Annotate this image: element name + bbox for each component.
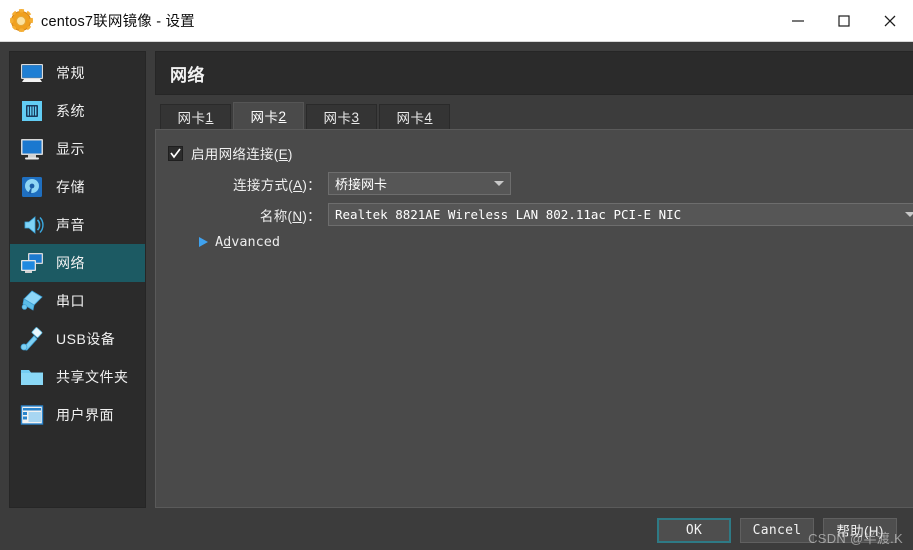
folder-shared-icon xyxy=(21,370,43,385)
help-button[interactable]: 帮助(H) xyxy=(823,517,897,543)
sidebar-item-label: 用户界面 xyxy=(56,407,114,423)
adapter-tabs: 网卡 1 网卡 2 网卡 3 网卡 4 xyxy=(155,102,913,129)
enable-adapter-row[interactable]: 启用网络连接(E) xyxy=(168,143,913,163)
virtualbox-icon xyxy=(9,9,33,32)
sidebar-item-label: 系统 xyxy=(56,103,85,119)
chip-system-icon xyxy=(22,101,42,121)
sidebar-item-system[interactable]: 系统 xyxy=(10,92,145,130)
sidebar-item-label: 串口 xyxy=(56,293,85,309)
sidebar-item-label: 共享文件夹 xyxy=(56,369,129,385)
sidebar-item-label: 网络 xyxy=(56,255,85,271)
page-header: 网络 xyxy=(155,51,913,95)
minimize-icon[interactable] xyxy=(775,0,821,41)
usb-icon xyxy=(20,327,43,351)
tab-accel: 1 xyxy=(205,109,214,125)
user-interface-icon xyxy=(20,405,44,425)
maximize-icon[interactable] xyxy=(821,0,867,41)
tab-accel: 4 xyxy=(424,109,433,125)
sidebar-item-label: 存储 xyxy=(56,179,85,195)
sidebar-item-audio[interactable]: 声音 xyxy=(10,206,145,244)
tab-label: 网卡 xyxy=(250,110,279,125)
adapter-name-label: 名称(N)： xyxy=(259,208,321,224)
sidebar-item-network[interactable]: 网络 xyxy=(10,244,145,282)
tab-adapter-4[interactable]: 网卡 4 xyxy=(379,104,450,129)
harddisk-storage-icon xyxy=(22,177,42,197)
attached-to-row: 连接方式(A)： 桥接网卡 xyxy=(168,172,913,195)
close-icon[interactable] xyxy=(867,0,913,41)
attached-to-label: 连接方式(A)： xyxy=(233,177,321,193)
sidebar-item-serial-ports[interactable]: 串口 xyxy=(10,282,145,320)
sidebar-item-shared-folders[interactable]: 共享文件夹 xyxy=(10,358,145,396)
window-controls xyxy=(775,0,913,41)
sidebar-item-display[interactable]: 显示 xyxy=(10,130,145,168)
enable-adapter-label: 启用网络连接(E) xyxy=(191,147,293,162)
triangle-right-icon xyxy=(199,237,208,247)
chevron-down-icon xyxy=(494,181,504,186)
speaker-audio-icon xyxy=(24,216,44,234)
sidebar-item-label: 声音 xyxy=(56,217,85,233)
sidebar-item-general[interactable]: 常规 xyxy=(10,54,145,92)
window-title: centos7联网镜像 - 设置 xyxy=(41,14,195,30)
title-bar: centos7联网镜像 - 设置 xyxy=(0,0,913,42)
cancel-button[interactable]: Cancel xyxy=(740,517,814,543)
tab-adapter-3[interactable]: 网卡 3 xyxy=(306,104,377,129)
ok-button[interactable]: OK xyxy=(657,517,731,543)
sidebar-item-usb[interactable]: USB设备 xyxy=(10,320,145,358)
dialog-body: 常规 系统 显示 存储 声音 网络 串口 USB设备 共享文件夹 用户界面 网络… xyxy=(0,42,913,508)
advanced-label: Advanced xyxy=(215,234,281,250)
sidebar-item-storage[interactable]: 存储 xyxy=(10,168,145,206)
network-icon xyxy=(21,253,43,273)
sidebar-item-label: 显示 xyxy=(56,141,85,157)
adapter-name-row: 名称(N)： Realtek 8821AE Wireless LAN 802.1… xyxy=(168,203,913,226)
advanced-disclosure[interactable]: Advanced xyxy=(168,234,913,250)
page-title: 网络 xyxy=(170,65,205,85)
tab-adapter-1[interactable]: 网卡 1 xyxy=(160,104,231,129)
tab-adapter-2[interactable]: 网卡 2 xyxy=(233,102,304,129)
tab-accel: 3 xyxy=(351,109,360,125)
tab-label: 网卡 xyxy=(323,111,352,126)
tab-accel: 2 xyxy=(278,108,287,124)
monitor-general-icon xyxy=(21,64,43,82)
attached-to-value: 桥接网卡 xyxy=(335,177,388,192)
adapter-name-dropdown[interactable]: Realtek 8821AE Wireless LAN 802.11ac PCI… xyxy=(328,203,913,226)
attached-to-dropdown[interactable]: 桥接网卡 xyxy=(328,172,511,195)
display-icon xyxy=(21,139,43,160)
serial-port-icon xyxy=(21,290,43,311)
sidebar-item-label: 常规 xyxy=(56,65,85,81)
tab-label: 网卡 xyxy=(396,111,425,126)
sidebar-item-user-interface[interactable]: 用户界面 xyxy=(10,396,145,434)
settings-window: centos7联网镜像 - 设置 常规 系统 显示 存储 声音 网络 串口 US… xyxy=(0,0,913,550)
settings-sidebar: 常规 系统 显示 存储 声音 网络 串口 USB设备 共享文件夹 用户界面 xyxy=(9,51,146,508)
enable-adapter-checkbox[interactable] xyxy=(168,145,183,161)
settings-content: 网络 网卡 1 网卡 2 网卡 3 网卡 4 启用网络连接(E) 连接方式(A)… xyxy=(155,51,913,508)
adapter-2-panel: 启用网络连接(E) 连接方式(A)： 桥接网卡 名称(N)： Realtek 8… xyxy=(155,129,913,508)
chevron-down-icon xyxy=(905,212,913,217)
dialog-footer: OK Cancel 帮助(H) CSDN @半渡.K xyxy=(0,508,913,550)
sidebar-item-label: USB设备 xyxy=(56,331,116,347)
adapter-name-value: Realtek 8821AE Wireless LAN 802.11ac PCI… xyxy=(335,207,682,222)
tab-label: 网卡 xyxy=(177,111,206,126)
